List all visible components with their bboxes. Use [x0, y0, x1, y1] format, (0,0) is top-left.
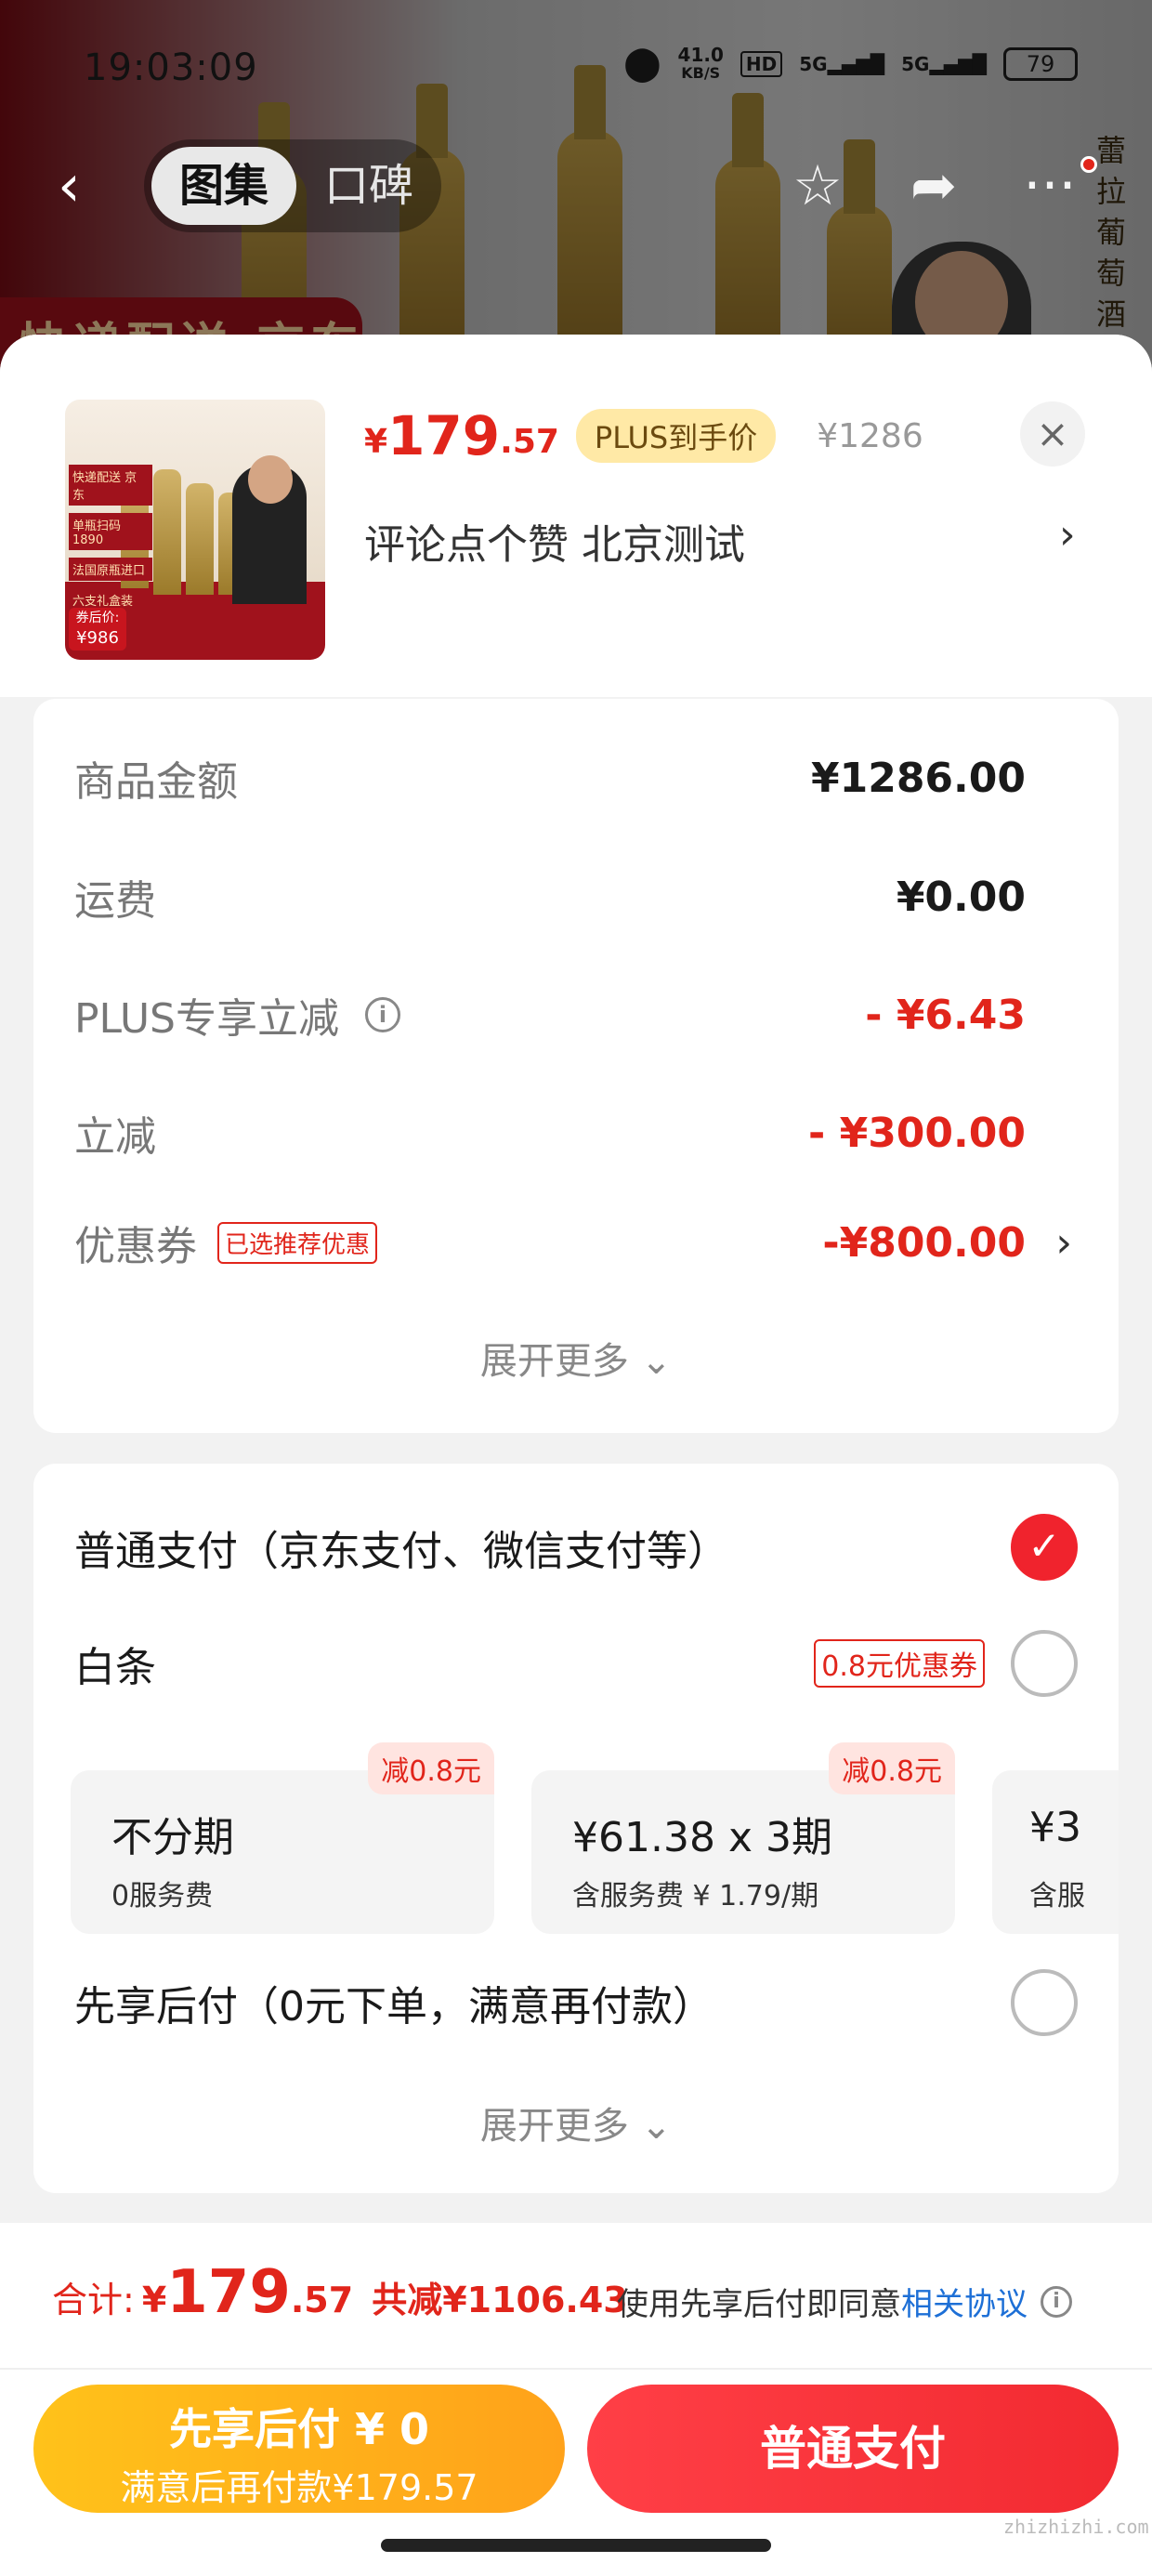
expand-more-button[interactable]: 展开更多 ⌄: [33, 2096, 1119, 2149]
price-breakdown-card: 商品金额 ¥1286.00 运费 ¥0.00 PLUS专享立减 i - ¥6.4…: [33, 699, 1119, 1433]
breakdown-row-plus-discount: PLUS专享立减 i - ¥6.43: [74, 991, 1026, 1044]
payment-option-pay-later[interactable]: 先享后付（0元下单，满意再付款）: [74, 1965, 1078, 2040]
tab-gallery[interactable]: 图集: [151, 147, 296, 225]
top-nav: ‹ 图集 口碑 ☆ ➦ ···: [0, 139, 1152, 232]
thumb-tags: 快递配送 京东 单瓶扫码1890 法国原瓶进口 六支礼盒装: [69, 465, 152, 619]
breakdown-row-shipping: 运费 ¥0.00: [74, 873, 1026, 926]
chevron-down-icon: ⌄: [640, 1340, 673, 1383]
share-icon[interactable]: ➦: [901, 153, 966, 218]
breakdown-row-goods: 商品金额 ¥1286.00: [74, 754, 1026, 807]
info-icon[interactable]: i: [1041, 2285, 1072, 2318]
installment-plan[interactable]: 减0.8元 不分期 0服务费: [71, 1742, 494, 1934]
hd-icon: HD: [740, 50, 783, 77]
radio-button[interactable]: [1011, 1630, 1078, 1697]
payment-method-card: 普通支付（京东支付、微信支付等） ✓ 白条 0.8元优惠券 减0.8元 不分期 …: [33, 1464, 1119, 2193]
payment-option-normal[interactable]: 普通支付（京东支付、微信支付等） ✓: [74, 1510, 1078, 1584]
total-row: 合计: ¥ 179 .57 共减¥1106.43: [52, 2258, 628, 2327]
thumb-price-label: 券后价: ¥986: [69, 608, 126, 651]
product-header: 快递配送 京东 单瓶扫码1890 法国原瓶进口 六支礼盒装 券后价: ¥986 …: [0, 335, 1152, 697]
home-indicator[interactable]: [381, 2539, 771, 2552]
divider: [0, 2368, 1152, 2370]
price-symbol: ¥: [364, 422, 388, 461]
chevron-down-icon: ⌄: [640, 2105, 673, 2148]
thumb-bottle: [186, 483, 214, 595]
tab-reviews[interactable]: 口碑: [296, 147, 441, 225]
recommended-coupon-tag: 已选推荐优惠: [217, 1221, 378, 1264]
chevron-right-icon[interactable]: ›: [1055, 1219, 1072, 1267]
network-speed: 41.0 KB/S: [677, 43, 724, 82]
location-icon: ⬤: [623, 45, 661, 83]
agreement-link[interactable]: 相关协议: [901, 2279, 1028, 2324]
signal-icon-2: 5G▂▄▆█: [901, 52, 987, 75]
original-price: ¥1286: [817, 416, 923, 455]
notification-dot: [1080, 156, 1097, 173]
normal-pay-button[interactable]: 普通支付: [587, 2385, 1119, 2513]
total-saved: 共减¥1106.43: [372, 2280, 628, 2320]
product-thumbnail: 快递配送 京东 单瓶扫码1890 法国原瓶进口 六支礼盒装 券后价: ¥986: [65, 400, 325, 660]
status-time: 19:03:09: [84, 46, 258, 89]
chevron-right-icon[interactable]: ›: [1059, 511, 1076, 559]
status-bar: 19:03:09 ⬤ 41.0 KB/S HD 5G▂▄▆█ 5G▂▄▆█ 79: [0, 37, 1152, 102]
battery-icon: 79: [1003, 46, 1078, 81]
star-icon[interactable]: ☆: [785, 153, 850, 218]
price-decimal: .57: [500, 422, 559, 461]
gallery-tabs: 图集 口碑: [144, 139, 441, 232]
payment-option-baitiao[interactable]: 白条 0.8元优惠券: [74, 1626, 1078, 1701]
agreement-text: 使用先享后付即同意 相关协议 i: [617, 2279, 1072, 2324]
back-icon[interactable]: ‹: [58, 157, 95, 215]
status-icons: ⬤ 41.0 KB/S HD 5G▂▄▆█ 5G▂▄▆█ 79: [623, 45, 1078, 83]
signal-icon-1: 5G▂▄▆█: [799, 52, 885, 75]
checkout-bottom-bar: 合计: ¥ 179 .57 共减¥1106.43 使用先享后付即同意 相关协议 …: [0, 2223, 1152, 2576]
close-button[interactable]: ×: [1020, 401, 1085, 467]
baitiao-coupon-tag: 0.8元优惠券: [814, 1639, 985, 1688]
breakdown-row-discount: 立减 - ¥300.00: [74, 1109, 1026, 1162]
expand-more-button[interactable]: 展开更多 ⌄: [33, 1331, 1119, 1385]
price-integer: 179: [387, 404, 501, 467]
checkmark-icon[interactable]: ✓: [1011, 1514, 1078, 1581]
installment-plans[interactable]: 减0.8元 不分期 0服务费 减0.8元 ¥61.38 x 3期 含服务费 ¥ …: [71, 1742, 1119, 1938]
breakdown-row-coupon[interactable]: 优惠券 已选推荐优惠 -¥800.00 ›: [74, 1210, 1072, 1275]
watermark: zhizhizhi.com: [1003, 2516, 1149, 2538]
product-name[interactable]: 评论点个赞 北京测试: [364, 511, 745, 571]
installment-plan[interactable]: 减0.8元 ¥61.38 x 3期 含服务费 ¥ 1.79/期: [531, 1742, 955, 1934]
more-icon[interactable]: ···: [1017, 153, 1082, 218]
price-row: ¥ 179 .57 PLUS到手价 ¥1286: [364, 404, 923, 467]
thumb-face: [248, 455, 293, 504]
plus-price-badge: PLUS到手价: [575, 409, 777, 463]
installment-plan[interactable]: ¥3 含服: [992, 1770, 1119, 1934]
radio-button[interactable]: [1011, 1969, 1078, 2036]
info-icon[interactable]: i: [365, 997, 400, 1032]
thumb-bottle: [153, 469, 181, 595]
pay-later-button[interactable]: 先享后付 ¥ 0 满意后再付款¥179.57: [33, 2385, 565, 2513]
